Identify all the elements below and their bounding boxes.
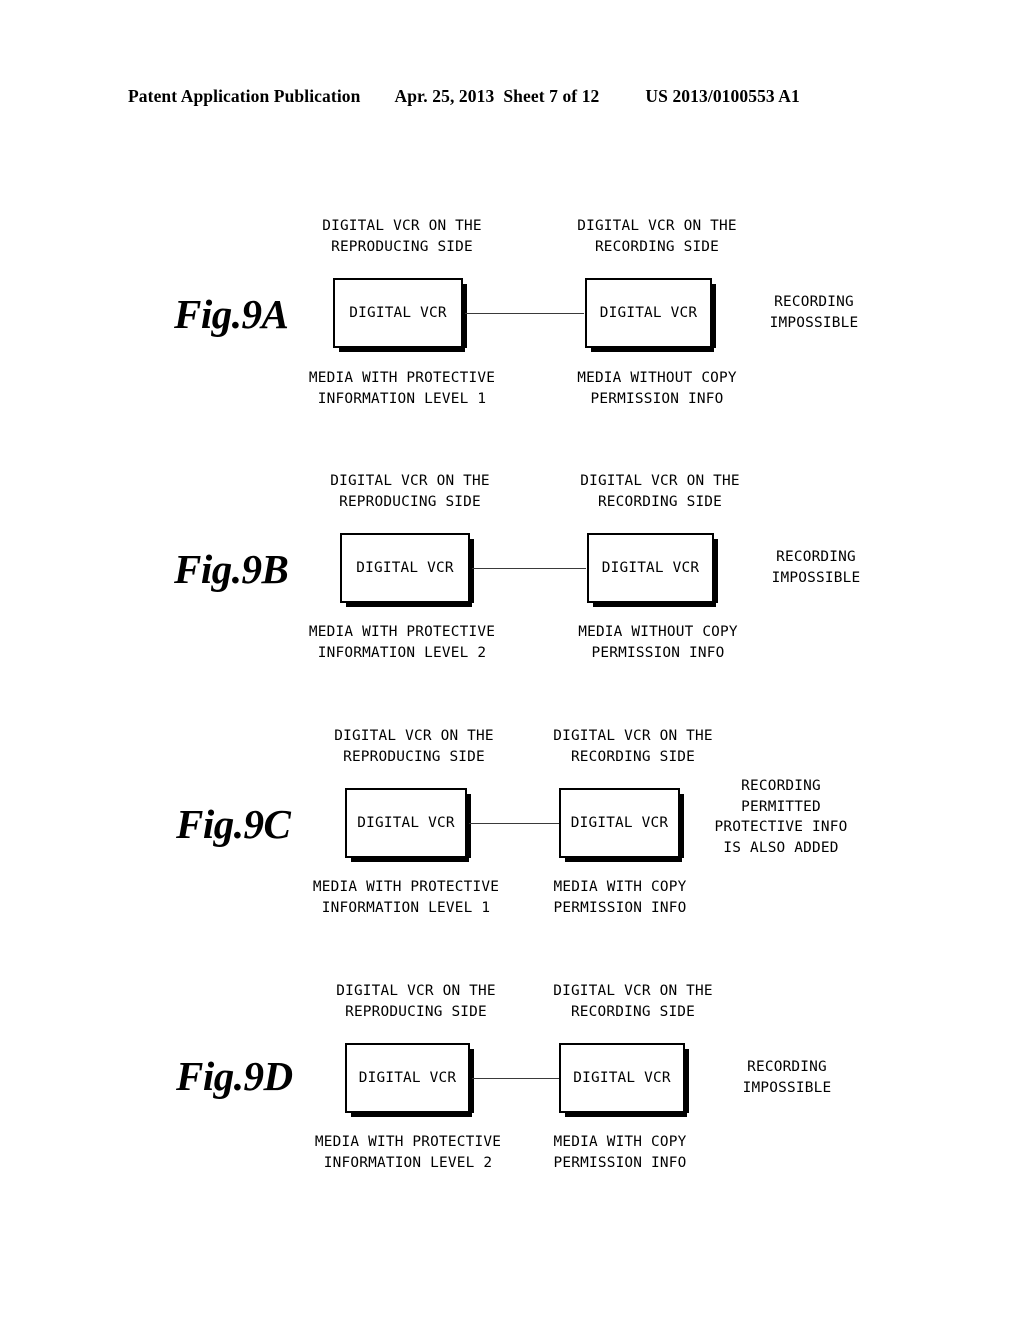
figure-9a-left-vcr-box: DIGITAL VCR bbox=[333, 278, 467, 352]
header-patent-number: US 2013/0100553 A1 bbox=[645, 86, 800, 106]
figure-9b-left-bottom-label: MEDIA WITH PROTECTIVE INFORMATION LEVEL … bbox=[308, 624, 496, 661]
figure-9d-left-vcr-box: DIGITAL VCR bbox=[345, 1043, 474, 1117]
figure-9a-right-vcr-box: DIGITAL VCR bbox=[585, 278, 716, 352]
figure-9a-label: Fig.9A bbox=[174, 291, 289, 337]
figure-9b-connector-line bbox=[472, 568, 586, 569]
figure-9b-left-vcr-box: DIGITAL VCR bbox=[340, 533, 474, 607]
figure-9a-result-label: RECORDING IMPOSSIBLE bbox=[769, 294, 859, 331]
page-header: Patent Application Publication Apr. 25, … bbox=[128, 86, 896, 112]
figure-9a-left-vcr-box-label: DIGITAL VCR bbox=[349, 304, 447, 321]
figure-9a-right-vcr-box-label: DIGITAL VCR bbox=[599, 304, 698, 321]
figure-9a-connector-line bbox=[465, 313, 584, 314]
figure-9d-label: Fig.9D bbox=[176, 1053, 293, 1099]
figure-9b-right-vcr-box: DIGITAL VCR bbox=[587, 533, 718, 607]
figure-9c-result-label: RECORDING PERMITTED PROTECTIVE INFO IS A… bbox=[714, 778, 848, 856]
figure-9b-left-vcr-box-label: DIGITAL VCR bbox=[356, 559, 454, 576]
figure-9b-result-label: RECORDING IMPOSSIBLE bbox=[771, 549, 861, 586]
figure-9c-left-vcr-box-label: DIGITAL VCR bbox=[357, 814, 455, 831]
figure-9d-left-vcr-box-label: DIGITAL VCR bbox=[358, 1069, 457, 1086]
figure-9b-right-bottom-label: MEDIA WITHOUT COPY PERMISSION INFO bbox=[578, 624, 738, 661]
figure-9b-right-top-label: DIGITAL VCR ON THE RECORDING SIDE bbox=[580, 473, 740, 510]
figure-9c-left-vcr-box: DIGITAL VCR bbox=[345, 788, 471, 862]
figure-9a-right-top-label: DIGITAL VCR ON THE RECORDING SIDE bbox=[577, 218, 737, 255]
figure-9c-right-top-label: DIGITAL VCR ON THE RECORDING SIDE bbox=[553, 728, 713, 765]
figure-9d-result-label: RECORDING IMPOSSIBLE bbox=[742, 1059, 832, 1096]
figure-9b-left-top-label: DIGITAL VCR ON THE REPRODUCING SIDE bbox=[330, 473, 490, 510]
header-date: Apr. 25, 2013 bbox=[394, 86, 495, 106]
figure-9d-right-top-label: DIGITAL VCR ON THE RECORDING SIDE bbox=[553, 983, 713, 1020]
figure-9d-connector-line bbox=[472, 1078, 559, 1079]
figure-9d-right-bottom-label: MEDIA WITH COPY PERMISSION INFO bbox=[553, 1134, 687, 1171]
figure-9c-right-vcr-box: DIGITAL VCR bbox=[559, 788, 684, 862]
figure-9a-left-top-label: DIGITAL VCR ON THE REPRODUCING SIDE bbox=[322, 218, 482, 255]
figure-9b-label: Fig.9B bbox=[174, 546, 289, 592]
figure-9d-right-vcr-box-label: DIGITAL VCR bbox=[573, 1069, 671, 1086]
figure-9d-right-vcr-box: DIGITAL VCR bbox=[559, 1043, 689, 1117]
header-publication-title: Patent Application Publication bbox=[128, 86, 361, 106]
figure-9c-label: Fig.9C bbox=[176, 801, 291, 847]
header-sheet-number: Sheet 7 of 12 bbox=[503, 86, 600, 106]
figure-9c-connector-line bbox=[469, 823, 559, 824]
figure-9c-right-vcr-box-label: DIGITAL VCR bbox=[570, 814, 669, 831]
figure-9a-right-bottom-label: MEDIA WITHOUT COPY PERMISSION INFO bbox=[577, 370, 737, 407]
figure-9a-left-bottom-label: MEDIA WITH PROTECTIVE INFORMATION LEVEL … bbox=[308, 370, 496, 407]
figure-9b-right-vcr-box-label: DIGITAL VCR bbox=[601, 559, 700, 576]
figure-9c-right-bottom-label: MEDIA WITH COPY PERMISSION INFO bbox=[553, 879, 687, 916]
